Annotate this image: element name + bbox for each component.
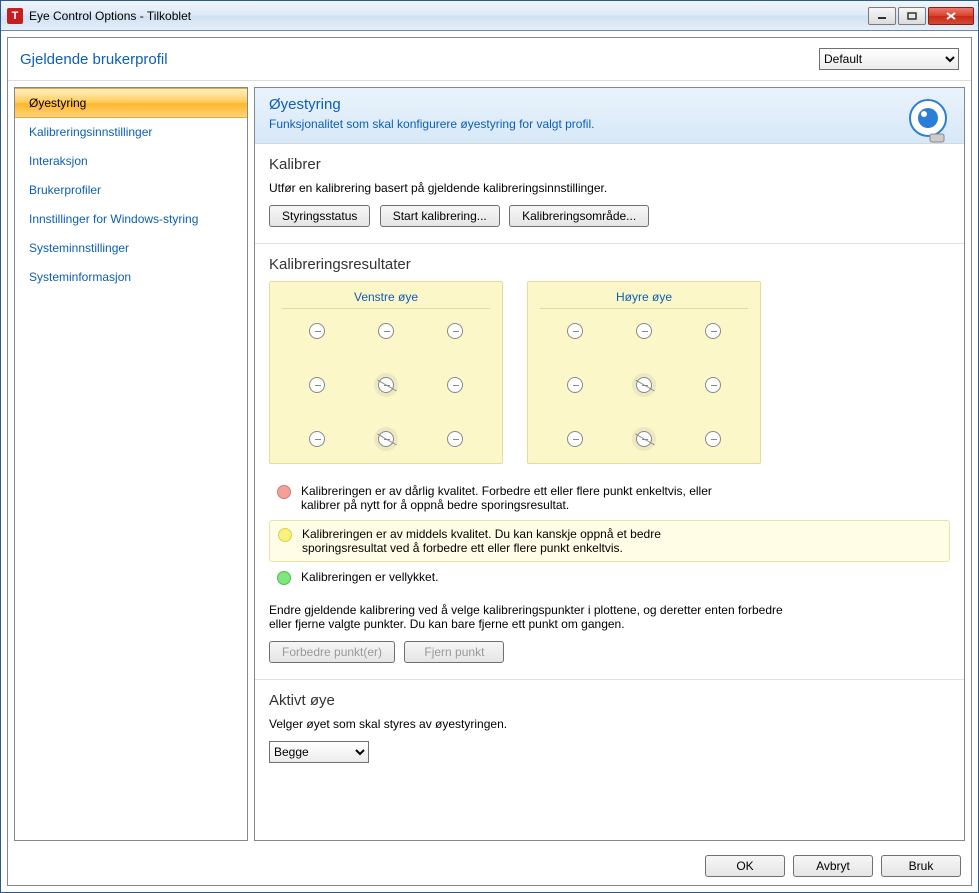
maximize-icon xyxy=(907,12,917,20)
calib-point[interactable] xyxy=(705,431,721,447)
legend-green-text: Kalibreringen er vellykket. xyxy=(301,570,438,584)
main-area: Øyestyring Kalibreringsinnstillinger Int… xyxy=(8,81,971,847)
legend-yellow-text: Kalibreringen er av middels kvalitet. Du… xyxy=(302,527,732,555)
yellow-dot-icon xyxy=(278,528,292,542)
sidebar-item-system-information[interactable]: Systeminformasjon xyxy=(15,263,247,292)
calib-point[interactable] xyxy=(447,431,463,447)
sidebar: Øyestyring Kalibreringsinnstillinger Int… xyxy=(14,87,248,841)
calibrate-title: Kalibrer xyxy=(269,156,950,173)
calib-point[interactable] xyxy=(378,431,394,447)
calib-point[interactable] xyxy=(567,377,583,393)
profile-label: Gjeldende brukerprofil xyxy=(20,51,819,68)
app-icon: T xyxy=(7,8,23,24)
titlebar: T Eye Control Options - Tilkoblet xyxy=(1,1,978,31)
improve-points-button: Forbedre punkt(er) xyxy=(269,641,395,663)
sidebar-item-eyecontrol[interactable]: Øyestyring xyxy=(15,88,247,118)
calib-point[interactable] xyxy=(447,377,463,393)
section-calibrate: Kalibrer Utfør en kalibrering basert på … xyxy=(255,144,964,244)
sidebar-item-calibration-settings[interactable]: Kalibreringsinnstillinger xyxy=(15,118,247,147)
apply-button[interactable]: Bruk xyxy=(881,855,961,877)
calib-point[interactable] xyxy=(705,323,721,339)
calib-point[interactable] xyxy=(309,377,325,393)
calib-point[interactable] xyxy=(378,323,394,339)
section-active-eye: Aktivt øye Velger øyet som skal styres a… xyxy=(255,680,964,779)
profile-select[interactable]: Default xyxy=(819,48,959,70)
window-frame: T Eye Control Options - Tilkoblet Gjelde… xyxy=(0,0,979,893)
sidebar-item-interaction[interactable]: Interaksjon xyxy=(15,147,247,176)
content-header: Øyestyring Funksjonalitet som skal konfi… xyxy=(255,88,964,144)
close-icon xyxy=(945,11,957,21)
legend-yellow: Kalibreringen er av middels kvalitet. Du… xyxy=(269,520,950,562)
calibration-left-eye-panel: Venstre øye xyxy=(269,281,503,464)
remove-point-button: Fjern punkt xyxy=(404,641,504,663)
calib-point[interactable] xyxy=(378,377,394,393)
calib-point[interactable] xyxy=(309,323,325,339)
calib-point[interactable] xyxy=(447,323,463,339)
calibrate-desc: Utfør en kalibrering basert på gjeldende… xyxy=(269,181,950,195)
close-button[interactable] xyxy=(928,7,974,25)
eye-device-icon xyxy=(900,94,956,150)
legend-red: Kalibreringen er av dårlig kvalitet. For… xyxy=(269,478,950,518)
left-eye-label: Venstre øye xyxy=(282,288,490,309)
calibration-area-button[interactable]: Kalibreringsområde... xyxy=(509,205,649,227)
page-description: Funksjonalitet som skal konfigurere øyes… xyxy=(269,117,950,131)
calib-point[interactable] xyxy=(567,431,583,447)
maximize-button[interactable] xyxy=(898,7,926,25)
calib-point[interactable] xyxy=(567,323,583,339)
calib-point[interactable] xyxy=(705,377,721,393)
dialog-footer: OK Avbryt Bruk xyxy=(8,847,971,885)
results-title: Kalibreringsresultater xyxy=(269,256,950,273)
sidebar-item-windows-control[interactable]: Innstillinger for Windows-styring xyxy=(15,205,247,234)
minimize-button[interactable] xyxy=(868,7,896,25)
legend-red-text: Kalibreringen er av dårlig kvalitet. For… xyxy=(301,484,731,512)
calibration-right-eye-panel: Høyre øye xyxy=(527,281,761,464)
profile-row: Gjeldende brukerprofil Default xyxy=(8,38,971,81)
calib-point[interactable] xyxy=(636,431,652,447)
active-eye-desc: Velger øyet som skal styres av øyestyrin… xyxy=(269,717,950,731)
active-eye-select[interactable]: Begge xyxy=(269,741,369,763)
ok-button[interactable]: OK xyxy=(705,855,785,877)
red-dot-icon xyxy=(277,485,291,499)
start-calibration-button[interactable]: Start kalibrering... xyxy=(380,205,500,227)
section-results: Kalibreringsresultater Venstre øye xyxy=(255,244,964,680)
legend-green: Kalibreringen er vellykket. xyxy=(269,564,950,591)
window-title: Eye Control Options - Tilkoblet xyxy=(29,9,866,23)
cancel-button[interactable]: Avbryt xyxy=(793,855,873,877)
legend: Kalibreringen er av dårlig kvalitet. For… xyxy=(269,478,950,591)
sidebar-item-system-settings[interactable]: Systeminnstillinger xyxy=(15,234,247,263)
tracking-status-button[interactable]: Styringsstatus xyxy=(269,205,370,227)
green-dot-icon xyxy=(277,571,291,585)
page-title: Øyestyring xyxy=(269,96,950,113)
calib-point[interactable] xyxy=(309,431,325,447)
content-panel: Øyestyring Funksjonalitet som skal konfi… xyxy=(254,87,965,841)
right-eye-label: Høyre øye xyxy=(540,288,748,309)
minimize-icon xyxy=(877,12,887,20)
sidebar-item-user-profiles[interactable]: Brukerprofiler xyxy=(15,176,247,205)
active-eye-title: Aktivt øye xyxy=(269,692,950,709)
results-note: Endre gjeldende kalibrering ved å velge … xyxy=(269,603,789,631)
inner-frame: Gjeldende brukerprofil Default Øyestyrin… xyxy=(7,37,972,886)
calib-point[interactable] xyxy=(636,323,652,339)
calibration-grids: Venstre øye xyxy=(269,281,950,464)
calib-point[interactable] xyxy=(636,377,652,393)
